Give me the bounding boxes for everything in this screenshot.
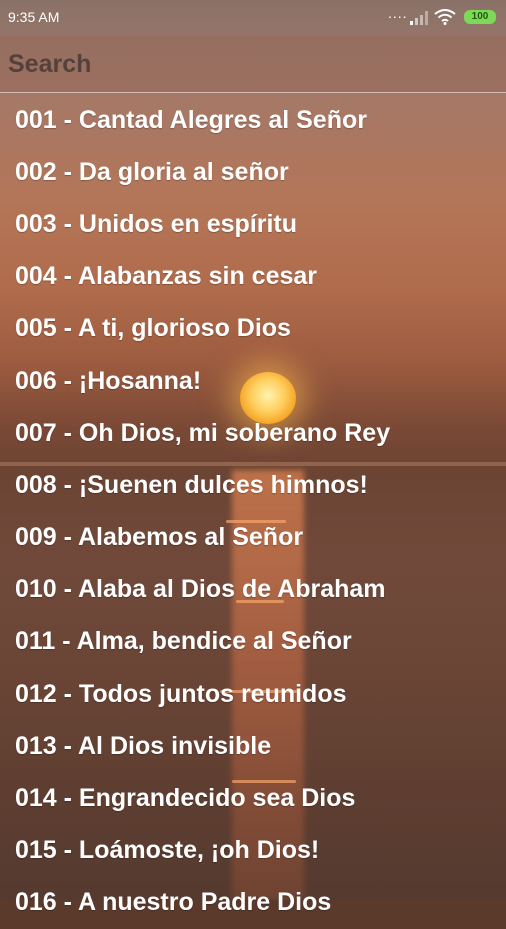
search-bar — [0, 36, 506, 93]
hymn-item[interactable]: 001 - Cantad Alegres al Señor — [0, 94, 506, 146]
hymn-item[interactable]: 008 - ¡Suenen dulces himnos! — [0, 459, 506, 511]
hymn-item[interactable]: 014 - Engrandecido sea Dios — [0, 772, 506, 824]
signal-dots: .... — [388, 5, 408, 21]
hymn-item[interactable]: 004 - Alabanzas sin cesar — [0, 251, 506, 303]
search-input[interactable] — [0, 36, 506, 92]
hymn-list: 001 - Cantad Alegres al Señor 002 - Da g… — [0, 94, 506, 929]
hymn-item[interactable]: 015 - Loámoste, ¡oh Dios! — [0, 825, 506, 877]
hymn-item[interactable]: 016 - A nuestro Padre Dios — [0, 877, 506, 929]
hymn-item[interactable]: 003 - Unidos en espíritu — [0, 198, 506, 250]
hymn-item[interactable]: 010 - Alaba al Dios de Abraham — [0, 564, 506, 616]
battery-icon: 100 — [464, 10, 496, 24]
hymn-item[interactable]: 009 - Alabemos al Señor — [0, 512, 506, 564]
hymn-item[interactable]: 011 - Alma, bendice al Señor — [0, 616, 506, 668]
wifi-icon — [434, 9, 456, 28]
hymn-item[interactable]: 007 - Oh Dios, mi soberano Rey — [0, 407, 506, 459]
status-time: 9:35 AM — [8, 9, 60, 25]
hymn-item[interactable]: 012 - Todos juntos reunidos — [0, 668, 506, 720]
hymn-item[interactable]: 006 - ¡Hosanna! — [0, 355, 506, 407]
signal-icon — [410, 11, 428, 28]
hymn-item[interactable]: 013 - Al Dios invisible — [0, 720, 506, 772]
status-bar: 9:35 AM .... 100 — [0, 0, 506, 36]
hymn-item[interactable]: 002 - Da gloria al señor — [0, 146, 506, 198]
hymn-item[interactable]: 005 - A ti, glorioso Dios — [0, 303, 506, 355]
